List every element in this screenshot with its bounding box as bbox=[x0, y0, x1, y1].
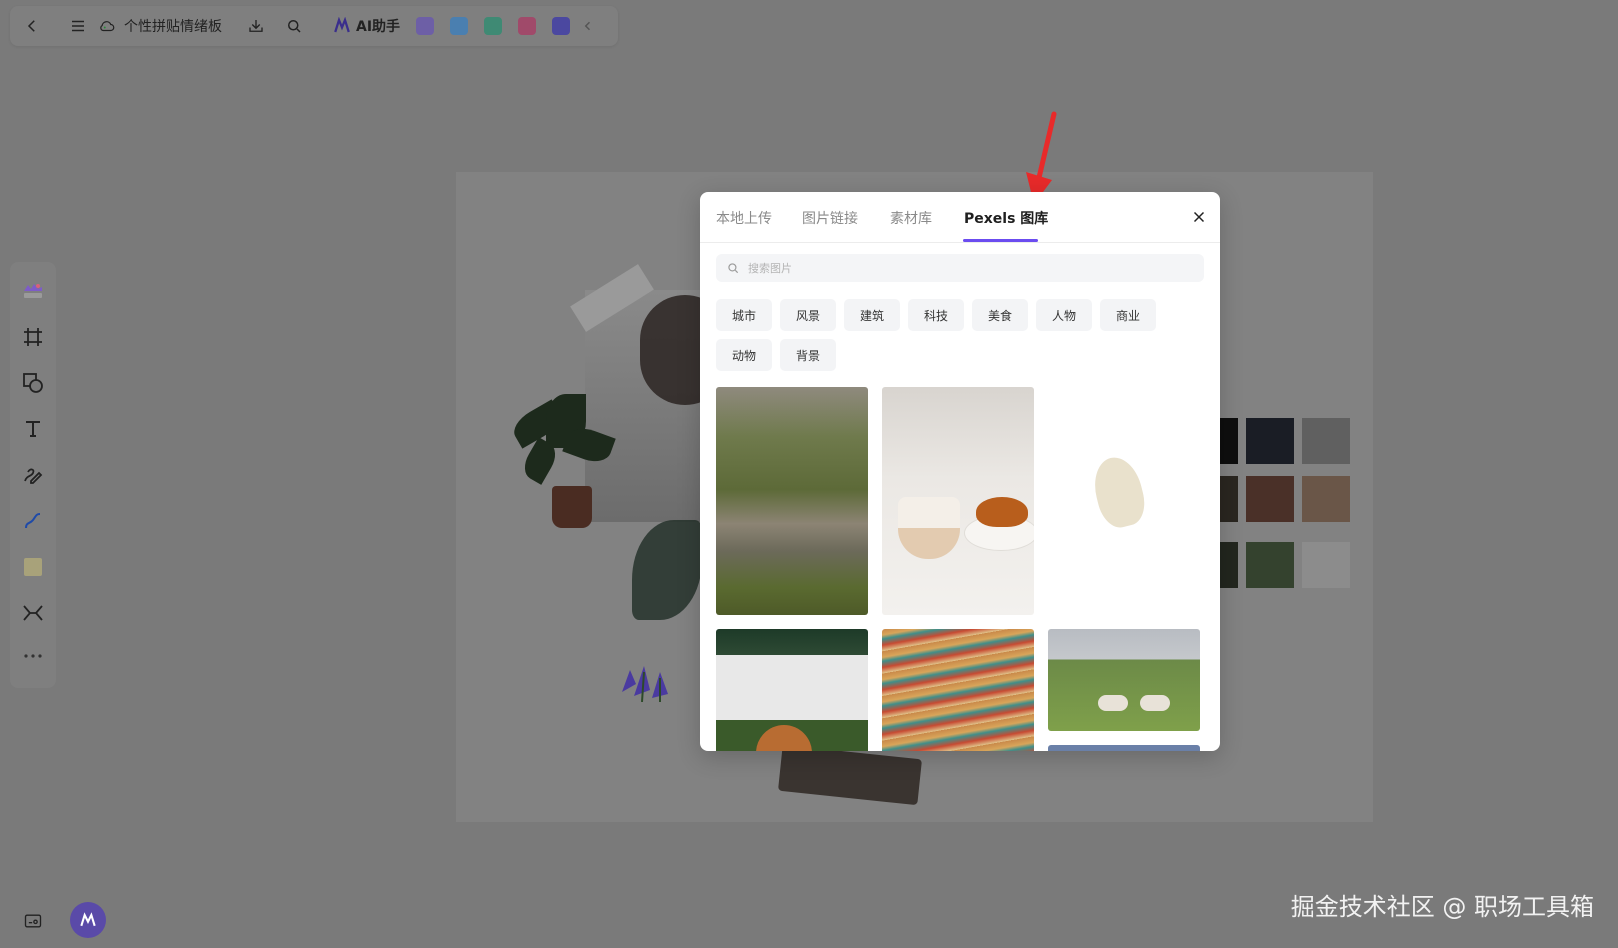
category-chip[interactable]: 背景 bbox=[780, 339, 836, 371]
active-tab-indicator bbox=[963, 239, 1038, 242]
color-swatch[interactable] bbox=[1246, 542, 1294, 588]
image-thumbnail[interactable] bbox=[1048, 387, 1200, 615]
watermark: 掘金技术社区 @ 职场工具箱 bbox=[1290, 893, 1594, 921]
menu-icon[interactable] bbox=[62, 10, 94, 42]
category-chip[interactable]: 动物 bbox=[716, 339, 772, 371]
search-icon[interactable] bbox=[278, 10, 310, 42]
tab-local-upload[interactable]: 本地上传 bbox=[716, 208, 772, 228]
top-toolbar: 个性拼贴情绪板 AI助手 bbox=[10, 6, 618, 46]
plugin-p-icon[interactable] bbox=[450, 17, 469, 35]
image-thumbnail[interactable] bbox=[882, 629, 1034, 751]
insert-image-dialog: 本地上传 图片链接 素材库 Pexels 图库 城市 风景 建筑 科技 美食 人… bbox=[700, 192, 1220, 751]
text-icon[interactable] bbox=[15, 406, 51, 452]
collage-iris-flowers bbox=[622, 666, 668, 702]
color-swatch[interactable] bbox=[1246, 418, 1294, 464]
frame-icon[interactable] bbox=[15, 314, 51, 360]
document-title-label: 个性拼贴情绪板 bbox=[124, 19, 222, 35]
ai-assistant-float-icon[interactable] bbox=[70, 902, 106, 938]
cloud-saved-icon bbox=[100, 21, 115, 32]
back-icon[interactable] bbox=[16, 10, 48, 42]
download-icon[interactable] bbox=[240, 10, 272, 42]
plugin-share-icon[interactable] bbox=[484, 17, 503, 35]
template-icon[interactable] bbox=[15, 268, 51, 314]
thumbnail-leaf bbox=[1088, 452, 1150, 532]
close-icon[interactable] bbox=[1190, 208, 1208, 226]
plugin-mindmap-icon[interactable] bbox=[518, 17, 537, 35]
search-input[interactable] bbox=[746, 260, 1190, 276]
search-icon bbox=[728, 263, 739, 274]
category-chip[interactable]: 美食 bbox=[972, 299, 1028, 331]
image-thumbnail[interactable] bbox=[1048, 745, 1200, 751]
left-toolbar bbox=[10, 262, 56, 688]
plugin-present-icon[interactable] bbox=[552, 17, 571, 35]
plugin-image-icon[interactable] bbox=[416, 17, 435, 35]
thumbnail-sheep bbox=[1098, 695, 1128, 711]
category-chip[interactable]: 科技 bbox=[908, 299, 964, 331]
category-chip[interactable]: 建筑 bbox=[844, 299, 900, 331]
collapse-icon[interactable] bbox=[578, 10, 598, 42]
image-thumbnail[interactable] bbox=[716, 387, 868, 615]
thumbnail-dog bbox=[756, 725, 812, 751]
color-swatch[interactable] bbox=[1302, 476, 1350, 522]
category-chip[interactable]: 人物 bbox=[1036, 299, 1092, 331]
image-thumbnail[interactable] bbox=[1048, 629, 1200, 731]
sticky-note-icon[interactable] bbox=[15, 544, 51, 590]
connector-icon[interactable] bbox=[15, 498, 51, 544]
ai-assistant-button[interactable]: AI助手 bbox=[332, 16, 400, 36]
category-chip[interactable]: 商业 bbox=[1100, 299, 1156, 331]
more-tools-icon[interactable] bbox=[15, 636, 51, 676]
category-chip[interactable]: 风景 bbox=[780, 299, 836, 331]
category-chip[interactable]: 城市 bbox=[716, 299, 772, 331]
collage-plant-pot bbox=[552, 486, 592, 528]
tab-pexels-library[interactable]: Pexels 图库 bbox=[964, 208, 1048, 228]
color-swatch[interactable] bbox=[1302, 418, 1350, 464]
search-field[interactable] bbox=[716, 254, 1204, 282]
minimap-icon[interactable] bbox=[18, 906, 48, 936]
pen-icon[interactable] bbox=[15, 452, 51, 498]
ai-assistant-icon bbox=[334, 17, 350, 33]
dialog-tabs: 本地上传 图片链接 素材库 Pexels 图库 bbox=[700, 192, 1220, 243]
document-title[interactable]: 个性拼贴情绪板 bbox=[98, 16, 222, 36]
image-thumbnail[interactable] bbox=[882, 387, 1034, 615]
color-swatch[interactable] bbox=[1246, 476, 1294, 522]
ai-assistant-label: AI助手 bbox=[356, 19, 401, 35]
shape-icon[interactable] bbox=[15, 360, 51, 406]
tab-asset-library[interactable]: 素材库 bbox=[890, 208, 932, 228]
thumbnail-sheep bbox=[1140, 695, 1170, 711]
tab-image-link[interactable]: 图片链接 bbox=[802, 208, 858, 228]
thumbnail-cup bbox=[898, 497, 960, 559]
image-thumbnail[interactable] bbox=[716, 629, 868, 751]
mindmap-icon[interactable] bbox=[15, 590, 51, 636]
color-swatch[interactable] bbox=[1302, 542, 1350, 588]
thumbnail-croissant bbox=[976, 497, 1028, 527]
